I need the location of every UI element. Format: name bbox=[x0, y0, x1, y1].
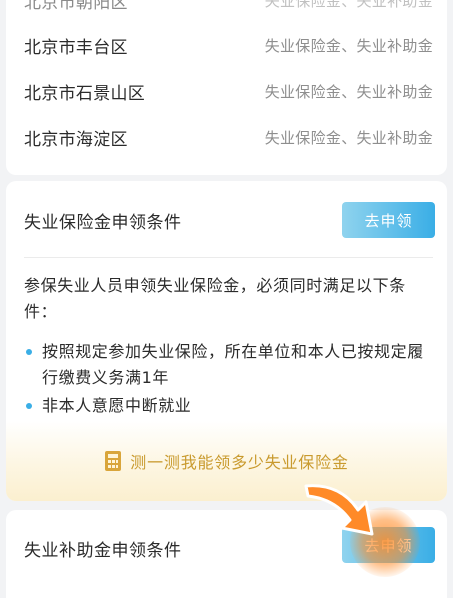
district-list-card: 北京市朝阳区 失业保险金、失业补助金 北京市丰台区 失业保险金、失业补助金 北京… bbox=[6, 0, 447, 175]
calculator-icon bbox=[105, 451, 122, 471]
calculator-link[interactable]: 测一测我能领多少失业保险金 bbox=[104, 449, 348, 473]
district-subsidy-types: 失业保险金、失业补助金 bbox=[264, 0, 433, 10]
district-row[interactable]: 北京市丰台区 失业保险金、失业补助金 bbox=[24, 33, 433, 58]
district-subsidy-types: 失业保险金、失业补助金 bbox=[264, 36, 433, 55]
district-name: 北京市海淀区 bbox=[24, 129, 128, 150]
insurance-intro-text: 参保失业人员申领失业保险金，必须同时满足以下条件： bbox=[24, 276, 406, 321]
district-row[interactable]: 北京市石景山区 失业保险金、失业补助金 bbox=[24, 79, 433, 104]
district-name: 北京市石景山区 bbox=[24, 83, 146, 104]
district-name: 北京市丰台区 bbox=[24, 37, 128, 58]
condition-item: 按照规定参加失业保险，所在单位和本人已按规定履行缴费义务满1年 bbox=[24, 339, 433, 391]
subsidy-section-title: 失业补助金申领条件 bbox=[24, 541, 182, 561]
condition-text: 非本人意愿中断就业 bbox=[42, 396, 192, 415]
district-subsidy-types: 失业保险金、失业补助金 bbox=[264, 82, 433, 101]
insurance-apply-button[interactable]: 去申领 bbox=[342, 202, 435, 238]
pointer-arrow-icon bbox=[304, 484, 374, 536]
insurance-conditions-card: 失业保险金申领条件 去申领 参保失业人员申领失业保险金，必须同时满足以下条件： … bbox=[6, 181, 447, 501]
condition-text: 按照规定参加失业保险，所在单位和本人已按规定履行缴费义务满1年 bbox=[42, 342, 424, 387]
condition-list: 按照规定参加失业保险，所在单位和本人已按规定履行缴费义务满1年 非本人意愿中断就… bbox=[24, 339, 433, 421]
district-name: 北京市朝阳区 bbox=[24, 0, 128, 13]
bullet-dot bbox=[26, 349, 32, 355]
district-row[interactable]: 北京市朝阳区 失业保险金、失业补助金 bbox=[24, 0, 433, 13]
divider bbox=[24, 257, 433, 258]
bullet-dot bbox=[26, 403, 32, 409]
calculator-link-text: 测一测我能领多少失业保险金 bbox=[130, 453, 349, 472]
district-subsidy-types: 失业保险金、失业补助金 bbox=[264, 128, 433, 147]
district-row[interactable]: 北京市海淀区 失业保险金、失业补助金 bbox=[24, 125, 433, 150]
condition-item: 非本人意愿中断就业 bbox=[24, 393, 433, 419]
insurance-section-title: 失业保险金申领条件 bbox=[24, 213, 182, 233]
